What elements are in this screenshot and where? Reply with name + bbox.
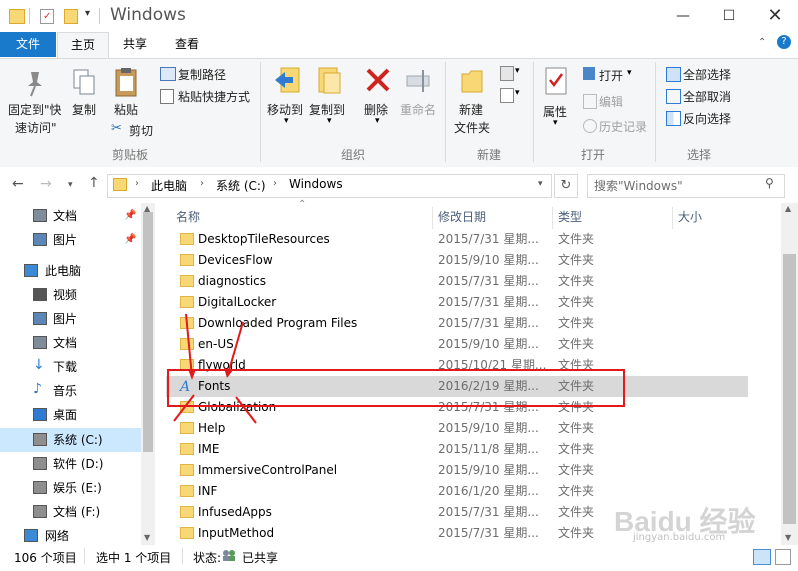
divider — [182, 548, 183, 564]
nav-item-label: 此电脑 — [45, 264, 82, 278]
nav-item-label: 网络 — [45, 529, 70, 543]
nav-item[interactable]: 软件 (D:) — [0, 452, 140, 476]
nav-item-label: 音乐 — [53, 384, 78, 398]
nav-item[interactable]: 视频 — [0, 283, 140, 307]
nav-item[interactable]: ↓ 下载 — [0, 355, 140, 379]
nav-item[interactable]: 文档 📌 — [0, 204, 140, 228]
nav-item[interactable]: 娱乐 (E:) — [0, 476, 140, 500]
divider — [84, 548, 85, 564]
nav-item-label: 软件 (D:) — [53, 457, 104, 471]
pin-icon[interactable]: 📌 — [124, 228, 136, 252]
network-icon — [24, 529, 38, 542]
desktop-icon — [33, 408, 47, 421]
nav-item[interactable]: 文档 — [0, 331, 140, 355]
annotation-arrow — [185, 313, 193, 378]
nav-item-label: 文档 — [53, 336, 78, 350]
nav-item[interactable]: 图片 📌 — [0, 228, 140, 252]
nav-item-label: 下载 — [53, 360, 78, 374]
picture-icon — [33, 312, 47, 325]
nav-item[interactable]: 图片 — [0, 307, 140, 331]
nav-item-label: 图片 — [53, 233, 78, 247]
selection-count: 选中 1 个项目 — [96, 551, 172, 565]
nav-item[interactable]: 桌面 — [0, 403, 140, 427]
drive-icon — [33, 433, 47, 446]
nav-item-label: 娱乐 (E:) — [53, 481, 102, 495]
download-icon: ↓ — [33, 357, 45, 373]
annotation-arrow — [173, 394, 195, 422]
computer-icon — [24, 264, 38, 277]
music-icon: ♪ — [33, 381, 42, 397]
status-label: 状态: — [193, 551, 222, 565]
nav-item-label: 文档 (F:) — [53, 505, 101, 519]
status-value: 已共享 — [242, 551, 279, 565]
nav-item-label: 视频 — [53, 288, 78, 302]
nav-item-label: 桌面 — [53, 408, 78, 422]
nav-item-label: 图片 — [53, 312, 78, 326]
item-count: 106 个项目 — [14, 551, 77, 565]
nav-item[interactable]: ♪ 音乐 — [0, 379, 140, 403]
nav-item[interactable]: 系统 (C:) — [0, 428, 141, 452]
drive-icon — [33, 505, 47, 518]
nav-item[interactable]: 文档 (F:) — [0, 500, 140, 524]
nav-item-label: 文档 — [53, 209, 78, 223]
watermark-url: jingyan.baidu.com — [633, 532, 726, 543]
arrowhead — [188, 369, 196, 380]
drive-icon — [33, 457, 47, 470]
picture-icon — [33, 233, 47, 246]
video-icon — [33, 288, 47, 301]
document-icon — [33, 336, 47, 349]
annotation-arrow — [227, 321, 244, 375]
large-icons-view-icon[interactable] — [775, 549, 791, 565]
annotation-arrow — [235, 396, 257, 424]
nav-item[interactable]: 此电脑 — [0, 259, 140, 283]
details-view-icon[interactable] — [753, 549, 771, 565]
drive-icon — [33, 481, 47, 494]
highlight-box — [167, 369, 625, 407]
users-icon — [222, 549, 236, 561]
nav-item[interactable]: 网络 — [0, 524, 140, 548]
pin-icon[interactable]: 📌 — [124, 204, 136, 228]
nav-item-label: 系统 (C:) — [53, 433, 103, 447]
document-icon — [33, 209, 47, 222]
